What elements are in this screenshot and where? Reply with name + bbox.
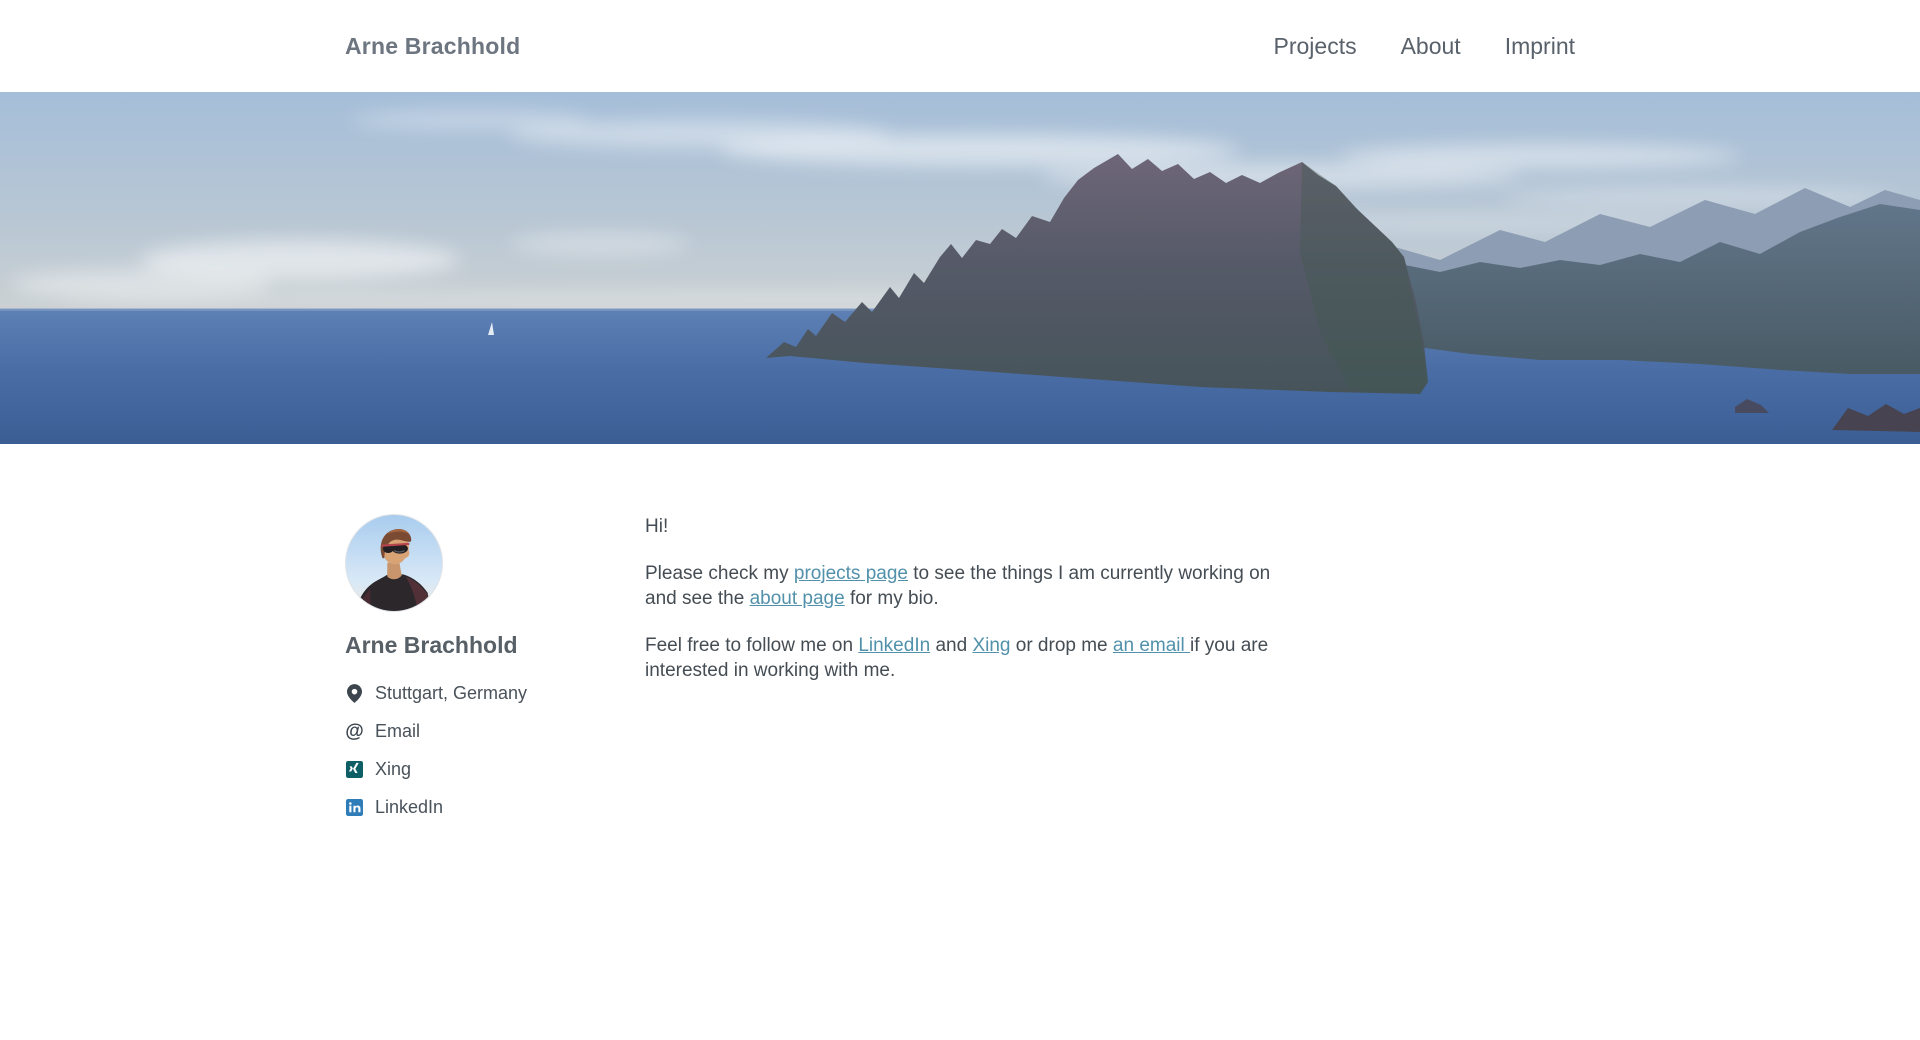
avatar bbox=[345, 514, 443, 612]
contact-email-link[interactable]: @ Email bbox=[345, 721, 645, 742]
at-icon: @ bbox=[345, 722, 364, 741]
contact-xing-label: Xing bbox=[375, 759, 411, 780]
nav-link-about[interactable]: About bbox=[1401, 33, 1461, 60]
profile-sidebar: Arne Brachhold Stuttgart, Germany @ Emai… bbox=[345, 514, 645, 835]
nav-link-projects[interactable]: Projects bbox=[1274, 33, 1357, 60]
contact-location-label: Stuttgart, Germany bbox=[375, 683, 527, 704]
nav-link-imprint[interactable]: Imprint bbox=[1505, 33, 1575, 60]
paragraph-follow: Feel free to follow me on LinkedIn and X… bbox=[645, 633, 1285, 683]
text-segment: or drop me bbox=[1010, 635, 1112, 656]
text-link[interactable]: about page bbox=[750, 588, 845, 609]
text-segment: Please check my bbox=[645, 563, 794, 584]
text-segment: for my bio. bbox=[845, 588, 939, 609]
hero-image bbox=[0, 92, 1920, 444]
intro-text: Hi! Please check my projects page to see… bbox=[645, 514, 1285, 835]
main-content: Arne Brachhold Stuttgart, Germany @ Emai… bbox=[0, 444, 1920, 895]
text-link[interactable]: LinkedIn bbox=[858, 635, 930, 656]
paragraph-projects: Please check my projects page to see the… bbox=[645, 561, 1285, 611]
contact-location: Stuttgart, Germany bbox=[345, 683, 645, 704]
xing-icon bbox=[345, 761, 364, 778]
text-segment: Feel free to follow me on bbox=[645, 635, 858, 656]
site-header: Arne Brachhold Projects About Imprint bbox=[0, 0, 1920, 92]
hero-landscape-illustration bbox=[0, 92, 1920, 444]
text-link[interactable]: an email bbox=[1113, 635, 1190, 656]
linkedin-icon bbox=[345, 799, 364, 816]
contact-linkedin-label: LinkedIn bbox=[375, 797, 443, 818]
text-link[interactable]: Xing bbox=[972, 635, 1010, 656]
main-nav: Projects About Imprint bbox=[1230, 33, 1576, 60]
contact-email-label: Email bbox=[375, 721, 420, 742]
contact-linkedin-link[interactable]: LinkedIn bbox=[345, 797, 645, 818]
profile-name: Arne Brachhold bbox=[345, 632, 645, 659]
text-segment: and bbox=[930, 635, 972, 656]
text-link[interactable]: projects page bbox=[794, 563, 908, 584]
site-title[interactable]: Arne Brachhold bbox=[345, 33, 520, 60]
avatar-portrait-illustration bbox=[346, 515, 442, 611]
greeting-text: Hi! bbox=[645, 514, 1285, 539]
contact-xing-link[interactable]: Xing bbox=[345, 759, 645, 780]
location-pin-icon bbox=[345, 684, 364, 703]
